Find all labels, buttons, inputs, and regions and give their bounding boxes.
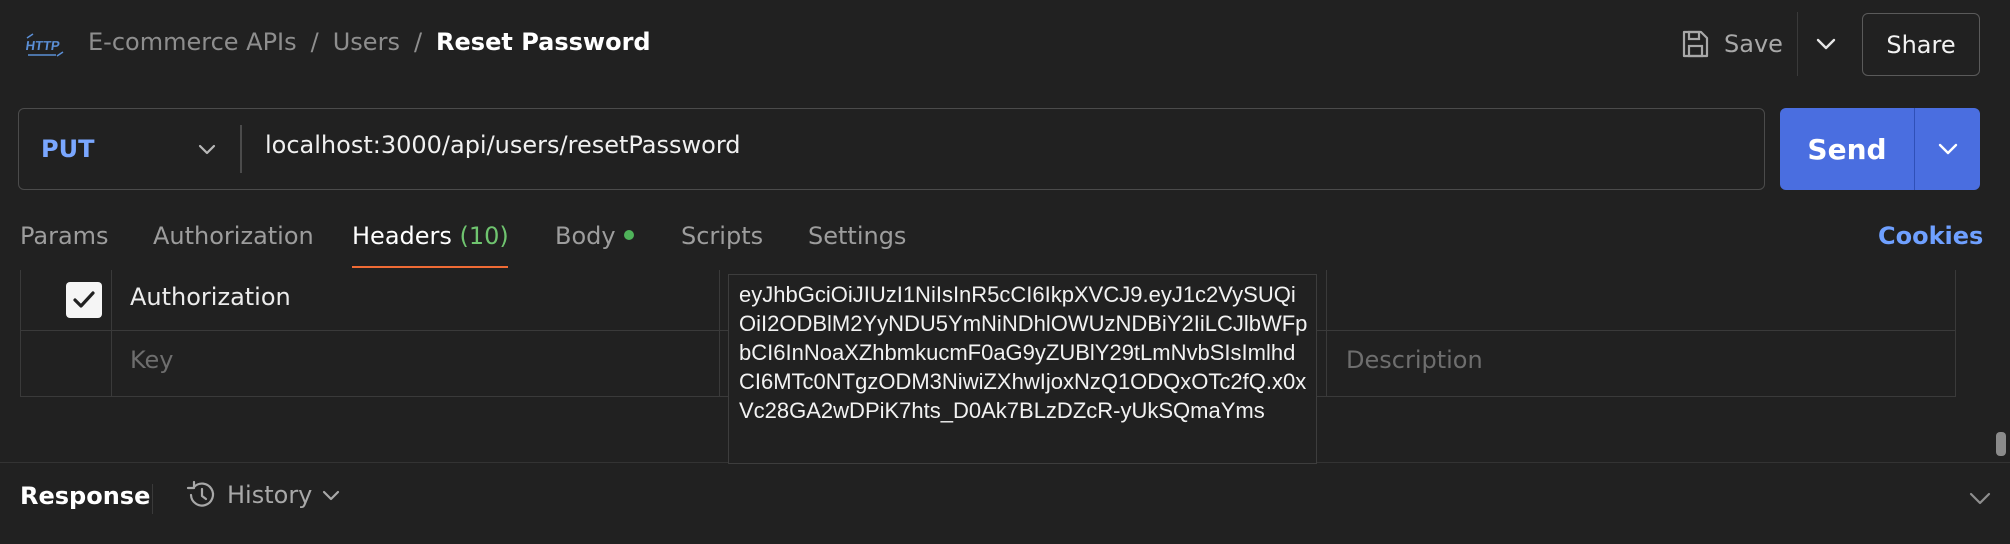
send-button[interactable]: Send [1780, 108, 1914, 190]
scrollbar-thumb[interactable] [1996, 432, 2006, 456]
table-column-divider [111, 270, 112, 397]
breadcrumb-separator: / [310, 28, 319, 56]
active-tab-indicator [352, 266, 508, 268]
chevron-down-icon [323, 490, 340, 500]
table-border [1955, 270, 1956, 397]
svg-text:HTTP: HTTP [26, 38, 61, 53]
breadcrumb-separator: / [413, 28, 423, 56]
save-button[interactable]: Save [1680, 24, 1783, 64]
checkmark-icon [73, 291, 95, 308]
tab-settings[interactable]: Settings [808, 222, 906, 250]
new-header-description-input[interactable]: Description [1346, 346, 1483, 374]
table-column-divider [719, 270, 720, 397]
header-value-editor[interactable]: eyJhbGciOiJIUzI1NiIsInR5cCI6IkpXVCJ9.eyJ… [728, 274, 1317, 464]
chevron-down-icon[interactable] [1966, 484, 1994, 512]
chevron-down-icon [1938, 143, 1957, 155]
breadcrumb-collection[interactable]: E-commerce APIs [88, 28, 297, 56]
share-button[interactable]: Share [1862, 13, 1980, 76]
header-key-cell[interactable]: Authorization [130, 283, 291, 311]
save-options-button[interactable] [1808, 26, 1844, 62]
cookies-link[interactable]: Cookies [1878, 222, 1983, 250]
save-icon [1682, 30, 1709, 58]
table-border [20, 270, 21, 397]
header-enabled-checkbox[interactable] [66, 282, 102, 318]
tab-body[interactable]: Body [555, 222, 634, 250]
body-indicator-dot [623, 230, 634, 240]
method-label: PUT [41, 135, 95, 163]
chevron-down-icon [1816, 38, 1836, 50]
new-header-key-input[interactable]: Key [130, 346, 174, 374]
tab-scripts[interactable]: Scripts [681, 222, 763, 250]
headers-count-badge: (10) [459, 222, 509, 250]
header-value-text: eyJhbGciOiJIUzI1NiIsInR5cCI6IkpXVCJ9.eyJ… [739, 282, 1308, 423]
send-button-group: Send [1780, 108, 1980, 190]
response-label[interactable]: Response [20, 482, 150, 510]
request-title[interactable]: Reset Password [436, 28, 651, 56]
history-icon [186, 480, 215, 507]
tab-authorization[interactable]: Authorization [153, 222, 314, 250]
tab-headers[interactable]: Headers (10) [352, 222, 509, 250]
send-options-button[interactable] [1915, 108, 1980, 190]
breadcrumb-folder[interactable]: Users [333, 28, 400, 56]
save-label: Save [1724, 30, 1783, 58]
tab-body-label: Body [555, 222, 616, 250]
url-input[interactable]: localhost:3000/api/users/resetPassword [265, 131, 741, 159]
history-label: History [227, 481, 313, 509]
divider [240, 125, 242, 173]
http-icon: HTTP [26, 33, 64, 57]
divider [1797, 12, 1798, 76]
divider [152, 484, 153, 514]
tab-headers-label: Headers [352, 222, 452, 250]
history-button[interactable]: History [185, 480, 340, 510]
chevron-down-icon [198, 144, 216, 154]
tab-params[interactable]: Params [20, 222, 109, 250]
table-column-divider [1326, 270, 1327, 397]
url-bar: PUT localhost:3000/api/users/resetPasswo… [18, 108, 1765, 190]
breadcrumb: E-commerce APIs / Users / Reset Password [88, 28, 651, 56]
method-select[interactable]: PUT [41, 109, 226, 189]
